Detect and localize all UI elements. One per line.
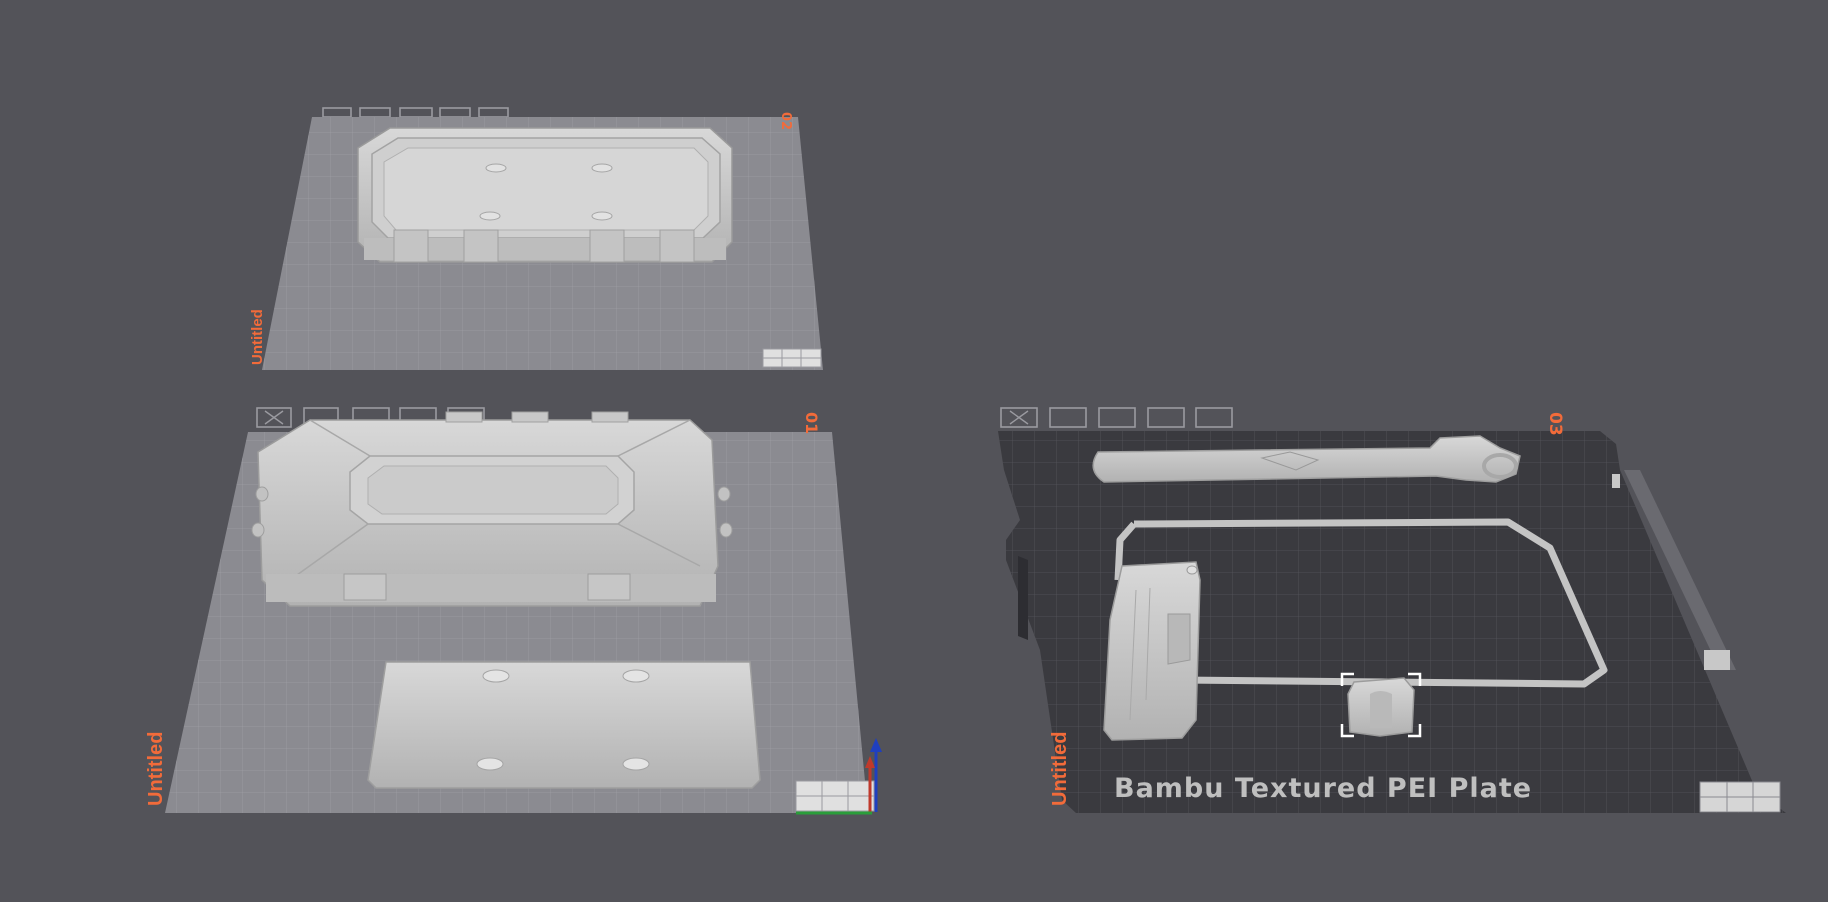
plate-2-toolbar — [322, 107, 509, 118]
lock-icon[interactable] — [399, 107, 433, 118]
plate-2-name: Untitled — [249, 309, 266, 365]
orient-icon[interactable] — [1049, 407, 1087, 428]
plate-3-toolbar — [1000, 407, 1233, 428]
plate-2-number: 02 — [778, 112, 793, 130]
plate-3-model-clip[interactable] — [1340, 672, 1422, 738]
plate-3-tab — [1018, 556, 1028, 640]
plate-1-model-lid[interactable] — [251, 411, 733, 607]
settings-icon[interactable] — [439, 107, 471, 118]
plate-2-logo-icon — [762, 348, 822, 368]
plate-3-type-label: Bambu Textured PEI Plate — [1114, 773, 1532, 804]
orient-icon[interactable] — [359, 107, 391, 118]
plate-1-number: 01 — [802, 412, 821, 434]
plate-1-name: Untitled — [145, 732, 167, 806]
3d-viewport[interactable]: 02 Untitled 01 Untitled 03 Untitled Bamb… — [0, 0, 1828, 902]
plate-3-number: 03 — [1545, 412, 1565, 436]
plate-2-model-tray[interactable] — [357, 127, 733, 263]
settings-icon[interactable] — [1195, 407, 1233, 428]
view-icon[interactable] — [478, 107, 509, 118]
lock-icon[interactable] — [1147, 407, 1185, 428]
arrange-icon[interactable] — [322, 107, 352, 118]
plate-3[interactable]: 03 Untitled Bambu Textured PEI Plate — [998, 407, 1786, 813]
plate-3-name: Untitled — [1049, 732, 1071, 806]
arrange-icon[interactable] — [1098, 407, 1136, 428]
plate-1-model-base[interactable] — [367, 661, 761, 789]
plate-2[interactable]: 02 Untitled — [249, 107, 823, 370]
plate-1-logo-icon — [795, 780, 875, 812]
plate-1[interactable]: 01 Untitled — [145, 407, 882, 815]
plate-3-logo-icon — [1699, 781, 1781, 813]
